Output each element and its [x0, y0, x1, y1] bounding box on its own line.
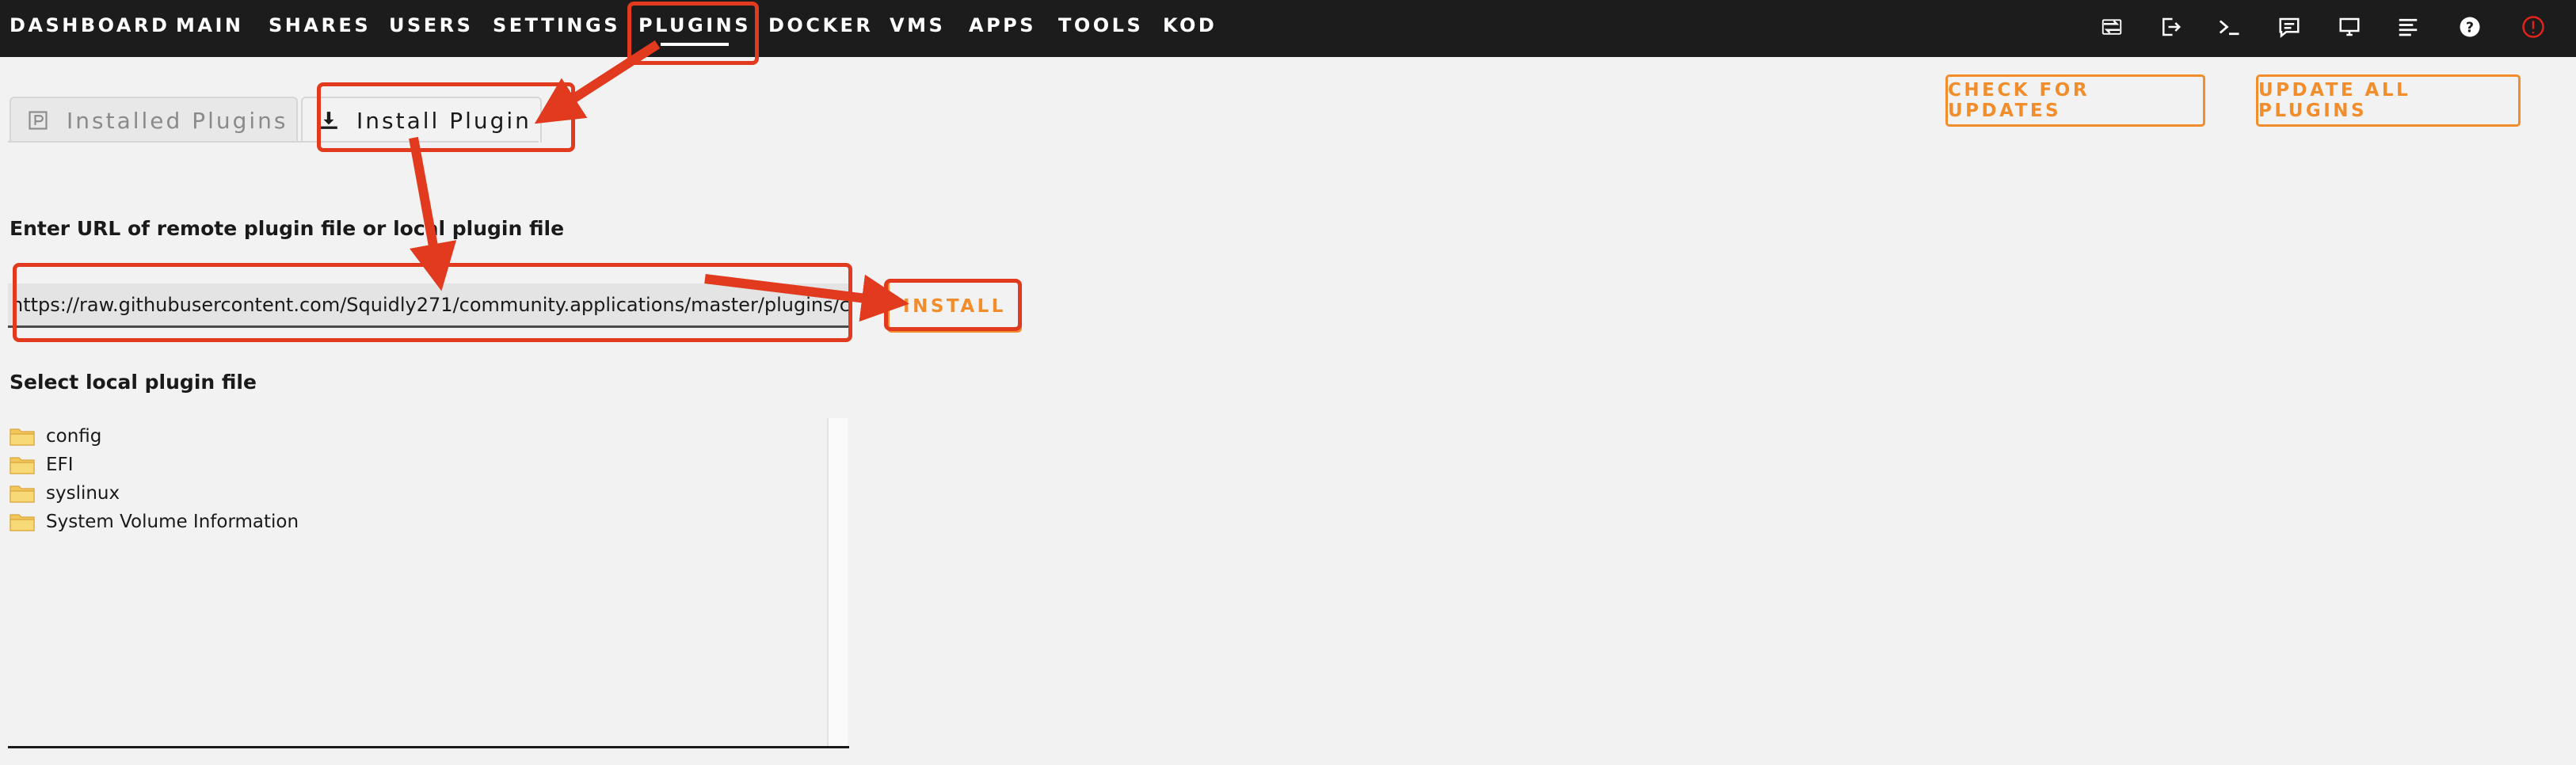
tab-label: Installed Plugins	[67, 107, 288, 134]
nav-dashboard[interactable]: DASHBOARD	[10, 0, 170, 57]
folder-item[interactable]: syslinux	[10, 480, 120, 507]
tab-install-plugin[interactable]: Install Plugin	[301, 97, 542, 143]
url-field-label: Enter URL of remote plugin file or local…	[10, 217, 565, 240]
folder-icon	[10, 455, 35, 474]
plugin-icon	[27, 109, 49, 131]
download-icon	[318, 110, 339, 131]
folder-item[interactable]: System Volume Information	[10, 508, 299, 535]
notification-alert-icon[interactable]	[2519, 13, 2547, 41]
file-browser	[8, 418, 848, 748]
nav-plugins[interactable]: PLUGINS	[638, 0, 751, 57]
top-navigation-bar: DASHBOARD MAIN SHARES USERS SETTINGS PLU…	[0, 0, 2576, 57]
nav-tools[interactable]: TOOLS	[1058, 0, 1143, 57]
check-for-updates-button[interactable]: CHECK FOR UPDATES	[1945, 74, 2205, 127]
folder-icon	[10, 427, 35, 446]
logout-icon[interactable]	[2156, 13, 2185, 41]
arrow-tab-to-input	[409, 136, 457, 291]
tab-installed-plugins[interactable]: Installed Plugins	[10, 97, 298, 143]
folder-name: System Volume Information	[46, 512, 299, 532]
update-all-plugins-button[interactable]: UPDATE ALL PLUGINS	[2256, 74, 2521, 127]
folder-icon	[10, 484, 35, 503]
plugin-url-value: https://raw.githubusercontent.com/Squidl…	[11, 293, 849, 316]
svg-text:?: ?	[2466, 20, 2474, 36]
nav-kod[interactable]: KOD	[1163, 0, 1217, 57]
terminal-icon[interactable]	[2215, 13, 2243, 41]
nav-main[interactable]: MAIN	[176, 0, 243, 57]
local-file-label: Select local plugin file	[10, 371, 257, 394]
folder-name: syslinux	[46, 483, 120, 504]
plugin-url-input[interactable]: https://raw.githubusercontent.com/Squidl…	[8, 284, 849, 328]
tab-divider	[8, 141, 539, 143]
nav-users[interactable]: USERS	[389, 0, 473, 57]
nav-shares[interactable]: SHARES	[269, 0, 371, 57]
file-browser-bottom-border	[8, 746, 849, 748]
folder-name: config	[46, 426, 102, 447]
feedback-icon[interactable]	[2275, 13, 2304, 41]
folder-name: EFI	[46, 455, 74, 475]
file-browser-scrollbar[interactable]	[827, 418, 848, 748]
help-icon[interactable]: ?	[2456, 13, 2484, 41]
log-icon[interactable]	[2394, 13, 2422, 41]
nav-vms[interactable]: VMS	[890, 0, 945, 57]
folder-item[interactable]: config	[10, 423, 101, 450]
nav-apps[interactable]: APPS	[969, 0, 1036, 57]
install-button[interactable]: INSTALL	[887, 280, 1022, 333]
nav-settings[interactable]: SETTINGS	[493, 0, 620, 57]
switch-icon[interactable]	[2098, 13, 2126, 41]
tab-label: Install Plugin	[356, 107, 532, 134]
folder-icon	[10, 512, 35, 531]
monitor-icon[interactable]	[2335, 13, 2364, 41]
nav-docker[interactable]: DOCKER	[768, 0, 873, 57]
folder-item[interactable]: EFI	[10, 451, 74, 478]
